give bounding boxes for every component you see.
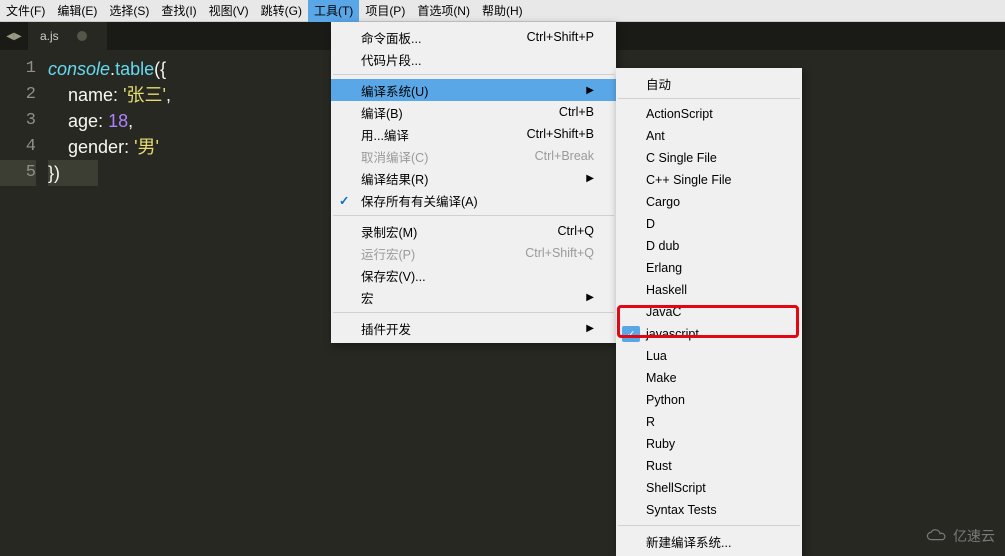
menu-find[interactable]: 查找(I): [155, 0, 202, 22]
build-automatic[interactable]: 自动: [616, 72, 802, 94]
tab-prev-button[interactable]: ◀▶: [0, 22, 28, 50]
line-number: 2: [0, 82, 36, 108]
menu-cancel-build: 取消编译(C)Ctrl+Break: [331, 145, 616, 167]
line-number: 4: [0, 134, 36, 160]
menu-file[interactable]: 文件(F): [0, 0, 51, 22]
build-new-system[interactable]: 新建编译系统...: [616, 530, 802, 552]
menu-project[interactable]: 项目(P): [359, 0, 411, 22]
build-d[interactable]: D: [616, 213, 802, 235]
build-haskell[interactable]: Haskell: [616, 279, 802, 301]
chevron-right-icon: ▶: [586, 323, 594, 334]
chevron-right-icon: ▶: [586, 173, 594, 184]
watermark: 亿速云: [925, 526, 995, 546]
menu-help[interactable]: 帮助(H): [476, 0, 529, 22]
build-rust[interactable]: Rust: [616, 455, 802, 477]
build-cpp-single[interactable]: C++ Single File: [616, 169, 802, 191]
menu-edit[interactable]: 编辑(E): [51, 0, 103, 22]
build-lua[interactable]: Lua: [616, 345, 802, 367]
menu-selection[interactable]: 选择(S): [103, 0, 155, 22]
menu-snippets[interactable]: 代码片段...: [331, 48, 616, 70]
menu-build-system[interactable]: 编译系统(U)▶: [331, 79, 616, 101]
menubar: 文件(F) 编辑(E) 选择(S) 查找(I) 视图(V) 跳转(G) 工具(T…: [0, 0, 1005, 22]
tab-file[interactable]: a.js: [28, 22, 107, 50]
build-ruby[interactable]: Ruby: [616, 433, 802, 455]
build-syntax-tests[interactable]: Syntax Tests: [616, 499, 802, 521]
tools-menu: 命令面板...Ctrl+Shift+P 代码片段... 编译系统(U)▶ 编译(…: [331, 22, 616, 343]
menu-macros[interactable]: 宏▶: [331, 286, 616, 308]
chevron-right-icon: ▶: [586, 85, 594, 96]
menu-record-macro[interactable]: 录制宏(M)Ctrl+Q: [331, 220, 616, 242]
build-c-single[interactable]: C Single File: [616, 147, 802, 169]
build-cargo[interactable]: Cargo: [616, 191, 802, 213]
build-make[interactable]: Make: [616, 367, 802, 389]
build-python[interactable]: Python: [616, 389, 802, 411]
code-area[interactable]: console.table({ name: '张三', age: 18, gen…: [48, 50, 171, 554]
gutter: 1 2 3 4 5: [0, 50, 48, 554]
build-r[interactable]: R: [616, 411, 802, 433]
build-actionscript[interactable]: ActionScript: [616, 103, 802, 125]
menu-build-with[interactable]: 用...编译Ctrl+Shift+B: [331, 123, 616, 145]
close-icon[interactable]: [77, 31, 87, 41]
menu-command-palette[interactable]: 命令面板...Ctrl+Shift+P: [331, 26, 616, 48]
menu-build-results[interactable]: 编译结果(R)▶: [331, 167, 616, 189]
cloud-icon: [925, 527, 949, 545]
menu-build[interactable]: 编译(B)Ctrl+B: [331, 101, 616, 123]
chevron-right-icon: ▶: [586, 292, 594, 303]
build-erlang[interactable]: Erlang: [616, 257, 802, 279]
menu-save-macro[interactable]: 保存宏(V)...: [331, 264, 616, 286]
menu-tools[interactable]: 工具(T): [308, 0, 359, 22]
line-number: 3: [0, 108, 36, 134]
menu-preferences[interactable]: 首选项(N): [411, 0, 476, 22]
build-ant[interactable]: Ant: [616, 125, 802, 147]
line-number: 1: [0, 56, 36, 82]
menu-view[interactable]: 视图(V): [203, 0, 255, 22]
menu-run-macro: 运行宏(P)Ctrl+Shift+Q: [331, 242, 616, 264]
menu-plugin-dev[interactable]: 插件开发▶: [331, 317, 616, 339]
tab-label: a.js: [40, 29, 59, 43]
menu-save-all-build[interactable]: ✓保存所有有关编译(A): [331, 189, 616, 211]
line-number: 5: [0, 160, 36, 186]
annotation-highlight: [617, 305, 799, 338]
build-shellscript[interactable]: ShellScript: [616, 477, 802, 499]
check-icon: ✓: [339, 193, 349, 208]
build-d-dub[interactable]: D dub: [616, 235, 802, 257]
menu-goto[interactable]: 跳转(G): [255, 0, 308, 22]
